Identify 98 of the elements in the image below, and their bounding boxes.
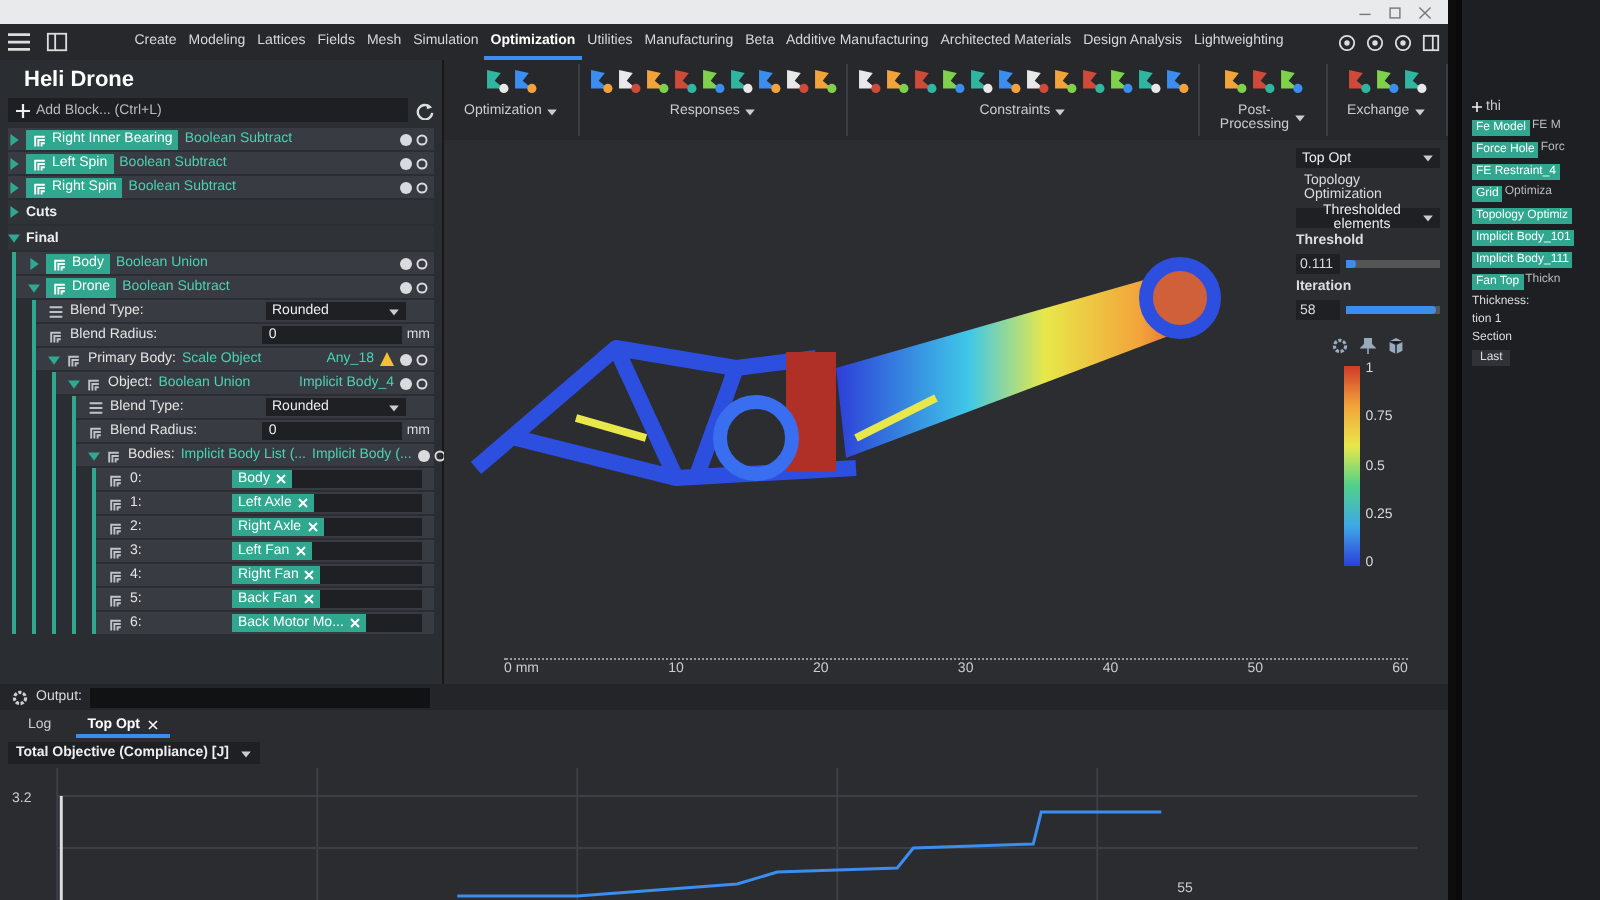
tool-icon[interactable] — [1107, 64, 1134, 96]
tool-icon[interactable] — [811, 64, 838, 96]
circle-icon[interactable] — [416, 157, 428, 169]
tool-icon[interactable] — [1135, 64, 1162, 96]
tool-icon[interactable] — [671, 64, 698, 96]
slider-track[interactable] — [1346, 260, 1440, 268]
block-icon — [52, 279, 68, 295]
remove-icon — [304, 570, 315, 580]
tool-icon[interactable] — [783, 64, 810, 96]
tool-icon[interactable] — [911, 64, 938, 96]
remove-icon — [275, 474, 286, 484]
plus-icon — [1472, 102, 1482, 112]
block-icon — [32, 131, 48, 147]
block-icon — [106, 447, 122, 463]
circle-icon[interactable] — [416, 377, 428, 389]
expand-caret-icon[interactable] — [68, 377, 80, 389]
expand-caret-icon[interactable] — [8, 157, 20, 169]
settings-icon[interactable] — [1332, 338, 1348, 354]
block-icon — [86, 375, 102, 391]
tool-icon[interactable] — [615, 64, 642, 96]
expand-caret-icon[interactable] — [8, 206, 20, 218]
list-icon — [88, 399, 104, 415]
remove-icon — [297, 498, 308, 508]
panel-icon[interactable] — [46, 32, 68, 52]
pin-icon[interactable] — [1360, 338, 1376, 354]
tool-icon[interactable] — [643, 64, 670, 96]
axis-line — [59, 796, 63, 900]
tool-icon[interactable] — [1163, 64, 1190, 96]
panel-icon[interactable] — [1422, 33, 1440, 51]
maximize-icon[interactable] — [1388, 5, 1402, 19]
block-icon — [108, 495, 124, 511]
output-field[interactable] — [89, 687, 430, 707]
tool-icon[interactable] — [1023, 64, 1050, 96]
remove-icon — [307, 522, 318, 532]
caret-icon — [240, 747, 253, 759]
block-icon — [48, 327, 64, 343]
tool-icon[interactable] — [699, 64, 726, 96]
block-icon — [108, 543, 124, 559]
menu-icon[interactable] — [8, 32, 30, 52]
list-icon — [48, 303, 64, 319]
caret-icon — [1054, 105, 1067, 117]
caret-icon — [1293, 112, 1306, 124]
tool-icon[interactable] — [1249, 64, 1276, 96]
remove-icon — [349, 618, 360, 628]
tool-icon[interactable] — [1221, 64, 1248, 96]
expand-caret-icon[interactable] — [8, 181, 20, 193]
tool-icon[interactable] — [1345, 64, 1372, 96]
circle-icon[interactable] — [416, 353, 428, 365]
block-icon — [88, 423, 104, 439]
expand-caret-icon[interactable] — [28, 257, 40, 269]
block-icon — [108, 591, 124, 607]
gear-icon[interactable] — [12, 689, 28, 705]
tool-icon[interactable] — [1079, 64, 1106, 96]
circle-icon[interactable] — [416, 257, 428, 269]
block-icon — [32, 155, 48, 171]
caret-icon — [388, 401, 400, 413]
cube-icon[interactable] — [1388, 338, 1404, 354]
circle-icon[interactable] — [416, 133, 428, 145]
expand-caret-icon[interactable] — [8, 232, 20, 244]
block-icon — [66, 351, 82, 367]
expand-caret-icon[interactable] — [8, 133, 20, 145]
tool-icon[interactable] — [883, 64, 910, 96]
circle-icon[interactable] — [416, 281, 428, 293]
tool-icon[interactable] — [939, 64, 966, 96]
block-icon — [108, 615, 124, 631]
circle-icon[interactable] — [416, 181, 428, 193]
caret-icon — [1422, 212, 1434, 224]
caret-icon — [1422, 152, 1434, 164]
caret-icon — [545, 105, 558, 117]
expand-caret-icon[interactable] — [88, 449, 100, 461]
block-icon — [52, 255, 68, 271]
block-icon — [32, 179, 48, 195]
tool-icon[interactable] — [855, 64, 882, 96]
tool-icon[interactable] — [755, 64, 782, 96]
tool-icon[interactable] — [1051, 64, 1078, 96]
expand-caret-icon[interactable] — [48, 353, 60, 365]
remove-icon — [295, 546, 306, 556]
plus-icon — [16, 103, 30, 117]
circle-icon[interactable] — [433, 449, 446, 461]
caret-icon — [743, 105, 756, 117]
caret-icon — [1413, 105, 1426, 117]
tool-icon[interactable] — [587, 64, 614, 96]
caret-icon — [388, 305, 400, 317]
tool-icon[interactable] — [967, 64, 994, 96]
expand-caret-icon[interactable] — [28, 281, 40, 293]
tool-icon[interactable] — [1277, 64, 1304, 96]
block-icon — [108, 471, 124, 487]
tool-icon[interactable] — [483, 64, 510, 96]
block-icon — [108, 567, 124, 583]
block-icon — [108, 519, 124, 535]
tool-icon[interactable] — [727, 64, 754, 96]
tool-icon[interactable] — [511, 64, 538, 96]
tool-icon[interactable] — [1401, 64, 1428, 96]
panel-title: Heli Drone — [22, 66, 137, 96]
tool-icon[interactable] — [1373, 64, 1400, 96]
remove-icon — [303, 594, 314, 604]
tool-icon[interactable] — [995, 64, 1022, 96]
refresh-icon[interactable] — [416, 101, 434, 119]
